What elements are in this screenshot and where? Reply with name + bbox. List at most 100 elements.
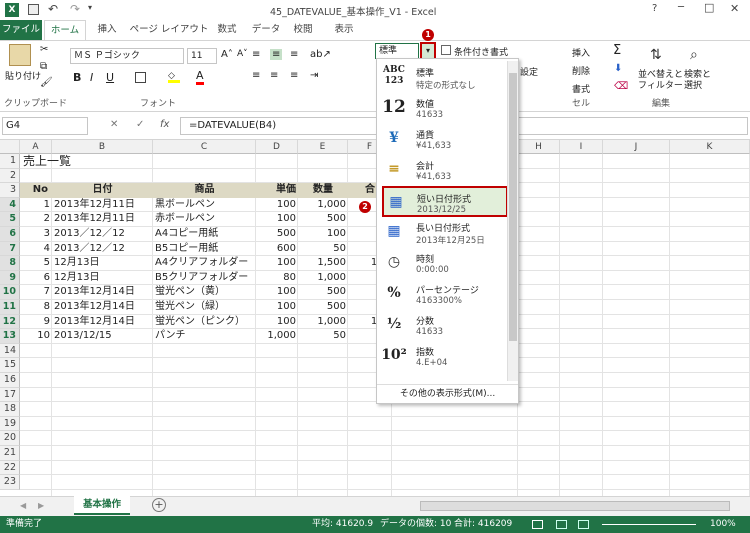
table-header[interactable]: No bbox=[20, 183, 52, 198]
table-cell[interactable]: 1,500 bbox=[298, 256, 348, 271]
table-cell[interactable]: 4 bbox=[20, 242, 52, 257]
row-header[interactable]: 4 bbox=[0, 197, 20, 213]
table-cell[interactable]: 9 bbox=[20, 315, 52, 330]
table-cell[interactable]: 100 bbox=[256, 285, 298, 300]
table-header[interactable]: 商品 bbox=[153, 183, 256, 198]
row-header[interactable]: 22 bbox=[0, 460, 20, 476]
paste-icon[interactable] bbox=[9, 44, 31, 66]
prev-sheet-icon[interactable]: ◀ bbox=[20, 501, 26, 510]
grow-font-icon[interactable]: A˄ bbox=[221, 49, 233, 60]
tab-view[interactable]: 表示 bbox=[326, 20, 362, 40]
table-cell[interactable]: 50 bbox=[298, 329, 348, 344]
conditional-format-button[interactable]: 条件付き書式 bbox=[454, 45, 508, 58]
column-header[interactable]: B bbox=[52, 140, 153, 154]
font-name-select[interactable]: ＭＳ Ｐゴシック bbox=[70, 48, 184, 64]
copy-icon[interactable]: ⧉ bbox=[40, 61, 47, 72]
table-cell[interactable]: 500 bbox=[298, 212, 348, 227]
number-format-select[interactable]: 標準 bbox=[375, 43, 419, 59]
row-header[interactable]: 2 bbox=[0, 168, 20, 184]
row-header[interactable]: 8 bbox=[0, 256, 20, 271]
format-percentage[interactable]: % パーセンテージ 4163300% bbox=[377, 279, 505, 310]
table-cell[interactable]: 100 bbox=[256, 256, 298, 271]
column-header[interactable]: D bbox=[256, 140, 298, 154]
zoom-level[interactable]: 100% bbox=[710, 516, 736, 533]
format-time[interactable]: ◷ 時刻 0:00:00 bbox=[377, 248, 505, 279]
table-cell[interactable]: A4コピー用紙 bbox=[153, 227, 256, 242]
table-cell[interactable]: 1 bbox=[20, 198, 52, 213]
row-header[interactable]: 11 bbox=[0, 300, 20, 315]
scrollbar-thumb[interactable] bbox=[509, 73, 517, 341]
sheet-tab-active[interactable]: 基本操作 bbox=[74, 496, 130, 515]
help-button[interactable]: ? bbox=[652, 3, 657, 14]
table-cell[interactable]: 2013年12月14日 bbox=[52, 315, 153, 330]
close-button[interactable]: ✕ bbox=[730, 2, 739, 15]
row-header[interactable]: 18 bbox=[0, 402, 20, 417]
column-header[interactable]: J bbox=[603, 140, 670, 154]
format-fraction[interactable]: ½ 分数 41633 bbox=[377, 310, 505, 341]
sort-filter-button[interactable]: 並べ替えと フィルター bbox=[638, 70, 683, 92]
cut-icon[interactable]: ✂ bbox=[40, 44, 48, 55]
insert-cells-button[interactable]: 挿入 bbox=[572, 46, 590, 59]
table-cell[interactable]: 2013年12月11日 bbox=[52, 212, 153, 227]
normal-view-icon[interactable] bbox=[532, 520, 543, 529]
autosum-icon[interactable]: Σ bbox=[613, 43, 621, 58]
row-header[interactable]: 9 bbox=[0, 270, 20, 286]
underline-button[interactable]: U bbox=[106, 71, 114, 84]
table-cell[interactable]: 2013年12月14日 bbox=[52, 285, 153, 300]
maximize-button[interactable]: □ bbox=[704, 1, 714, 14]
table-cell[interactable]: A4クリアフォルダー bbox=[153, 256, 256, 271]
table-cell[interactable]: 100 bbox=[256, 198, 298, 213]
customize-qat-icon[interactable]: ▾ bbox=[88, 3, 92, 12]
table-cell[interactable]: 10 bbox=[20, 329, 52, 344]
font-color-icon[interactable]: A bbox=[196, 70, 204, 85]
table-cell[interactable]: 2013／12／12 bbox=[52, 242, 153, 257]
tab-page-layout[interactable]: ページ レイアウト bbox=[128, 20, 210, 40]
table-cell[interactable]: 7 bbox=[20, 285, 52, 300]
tab-home[interactable]: ホーム bbox=[44, 20, 86, 40]
table-cell[interactable]: 蛍光ペン（ピンク） bbox=[153, 315, 256, 330]
column-header[interactable]: E bbox=[298, 140, 348, 154]
undo-icon[interactable]: ↶ bbox=[48, 2, 58, 16]
align-bottom-icon[interactable]: ≡ bbox=[290, 49, 298, 60]
tab-formulas[interactable]: 数式 bbox=[212, 20, 242, 40]
clear-icon[interactable]: ⌫ bbox=[614, 81, 628, 92]
horizontal-scrollbar[interactable] bbox=[420, 501, 730, 511]
table-cell[interactable]: 100 bbox=[256, 300, 298, 315]
row-header[interactable]: 23 bbox=[0, 475, 20, 490]
column-header[interactable]: C bbox=[153, 140, 256, 154]
save-icon[interactable] bbox=[28, 4, 39, 15]
table-header[interactable]: 日付 bbox=[52, 183, 153, 198]
format-general[interactable]: ABC 123 標準 特定の形式なし bbox=[377, 62, 505, 93]
table-cell[interactable]: 2013年12月11日 bbox=[52, 198, 153, 213]
indent-icon[interactable]: ⇥ bbox=[310, 70, 318, 81]
dropdown-scrollbar[interactable] bbox=[507, 61, 518, 381]
table-cell[interactable]: 600 bbox=[256, 242, 298, 257]
table-cell[interactable]: 1,000 bbox=[298, 198, 348, 213]
cancel-icon[interactable]: ✕ bbox=[110, 119, 118, 130]
table-cell[interactable]: 蛍光ペン（黄） bbox=[153, 285, 256, 300]
insert-function-icon[interactable]: fx bbox=[160, 119, 169, 130]
table-cell[interactable]: 12月13日 bbox=[52, 271, 153, 286]
table-cell[interactable]: 5 bbox=[20, 256, 52, 271]
table-cell[interactable]: 1,000 bbox=[298, 271, 348, 286]
table-cell[interactable]: 蛍光ペン（緑） bbox=[153, 300, 256, 315]
tab-data[interactable]: データ bbox=[248, 20, 284, 40]
align-right-icon[interactable]: ≡ bbox=[290, 70, 298, 81]
orientation-icon[interactable]: ab↗ bbox=[310, 49, 331, 60]
table-cell[interactable]: 100 bbox=[298, 227, 348, 242]
fill-color-icon[interactable]: ◇ bbox=[168, 71, 180, 83]
table-cell[interactable]: 赤ボールペン bbox=[153, 212, 256, 227]
select-all-corner[interactable] bbox=[0, 140, 20, 154]
format-painter-icon[interactable]: 🖌 bbox=[40, 77, 53, 88]
table-cell[interactable]: 3 bbox=[20, 227, 52, 242]
table-cell[interactable]: 6 bbox=[20, 271, 52, 286]
enter-icon[interactable]: ✓ bbox=[136, 119, 144, 130]
row-header[interactable]: 14 bbox=[0, 343, 20, 359]
align-center-icon[interactable]: ≡ bbox=[270, 70, 278, 81]
tab-file[interactable]: ファイル bbox=[0, 20, 42, 40]
format-long-date[interactable]: ▦ 長い日付形式 2013年12月25日 bbox=[377, 217, 505, 248]
delete-cells-button[interactable]: 削除 bbox=[572, 64, 590, 77]
column-header[interactable]: K bbox=[670, 140, 750, 154]
row-header[interactable]: 21 bbox=[0, 446, 20, 461]
align-top-icon[interactable]: ≡ bbox=[252, 49, 260, 60]
